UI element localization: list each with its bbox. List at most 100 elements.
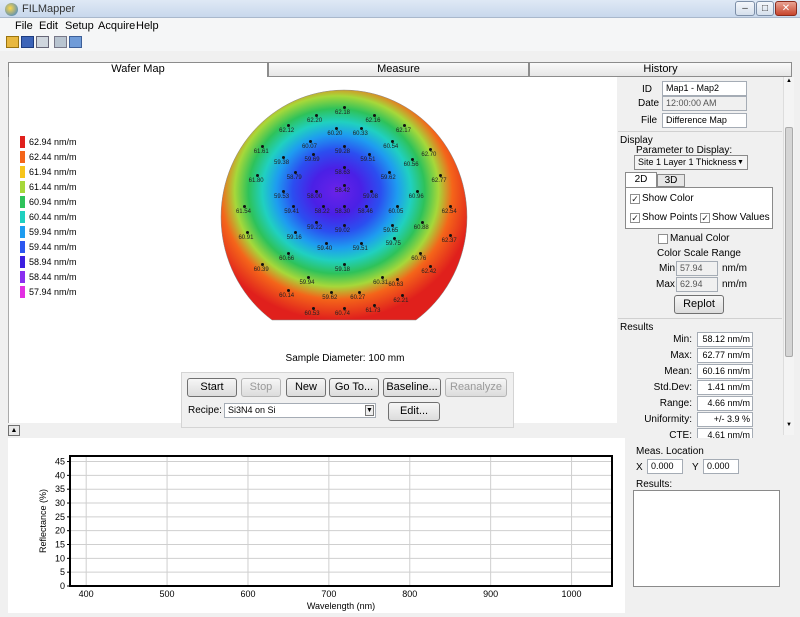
legend-label: 62.44 nm/m bbox=[29, 152, 77, 162]
vertical-scrollbar[interactable]: ▲ ▼ bbox=[783, 77, 794, 435]
menu-acquire[interactable]: Acquire bbox=[98, 20, 135, 32]
reflectance-chart-panel: 400 500 600 700 800 900 1000 0 5 10 15 20 25 30 35 40 45… bbox=[8, 438, 625, 613]
scrollbar-thumb[interactable] bbox=[785, 127, 793, 357]
show-color-checkbox[interactable]: ✓ bbox=[630, 194, 640, 204]
close-button[interactable]: ✕ bbox=[775, 1, 797, 16]
measurement-value: 60.31 bbox=[373, 279, 389, 286]
tab-wafer-map[interactable]: Wafer Map bbox=[8, 62, 268, 78]
measurement-point[interactable] bbox=[380, 275, 384, 279]
measurement-point[interactable] bbox=[393, 236, 397, 240]
measurement-point[interactable] bbox=[342, 307, 346, 311]
measurement-point[interactable] bbox=[324, 241, 328, 245]
x-field[interactable]: 0.000 bbox=[647, 459, 683, 474]
measurement-point[interactable] bbox=[372, 113, 376, 117]
goto-button[interactable]: Go To... bbox=[329, 378, 379, 397]
y-field[interactable]: 0.000 bbox=[703, 459, 739, 474]
measurement-value: 59.38 bbox=[274, 159, 290, 166]
measurement-point[interactable] bbox=[281, 189, 285, 193]
measurement-value: 59.53 bbox=[274, 193, 290, 200]
manual-color-checkbox[interactable] bbox=[658, 234, 668, 244]
tab-measure[interactable]: Measure bbox=[268, 62, 529, 77]
copy-icon[interactable] bbox=[54, 36, 67, 48]
measurement-value: 60.27 bbox=[350, 295, 366, 302]
save-icon[interactable] bbox=[21, 36, 34, 48]
collapse-up-icon[interactable]: ▲ bbox=[8, 425, 20, 436]
title-bar: FILMapper – □ ✕ bbox=[0, 0, 800, 18]
measurement-point[interactable] bbox=[314, 220, 318, 224]
measurement-point[interactable] bbox=[428, 147, 432, 151]
measurement-value: 62.17 bbox=[395, 128, 411, 135]
menu-setup[interactable]: Setup bbox=[65, 20, 94, 32]
measurement-value: 59.75 bbox=[385, 240, 401, 247]
measurement-point[interactable] bbox=[439, 173, 443, 177]
measurement-point[interactable] bbox=[342, 106, 346, 110]
measurement-value: 62.77 bbox=[431, 177, 447, 184]
legend-label: 59.94 nm/m bbox=[29, 227, 77, 237]
measurement-point[interactable] bbox=[342, 262, 346, 266]
menu-help[interactable]: Help bbox=[136, 20, 159, 32]
measurement-value: 62.18 bbox=[335, 110, 351, 117]
print-icon[interactable] bbox=[36, 36, 49, 48]
maximize-button[interactable]: □ bbox=[756, 1, 774, 16]
divider bbox=[618, 318, 782, 319]
measurement-point[interactable] bbox=[400, 294, 404, 298]
id-field[interactable]: Map1 - Map2 bbox=[662, 81, 747, 96]
results-textbox[interactable] bbox=[633, 490, 780, 587]
measurement-value: 59.65 bbox=[383, 227, 399, 234]
measurement-value: 59.02 bbox=[335, 227, 351, 234]
measurement-value: 59.51 bbox=[360, 157, 376, 164]
baseline-button[interactable]: Baseline... bbox=[383, 378, 441, 397]
measurement-value: 59.18 bbox=[335, 266, 351, 273]
parameter-select[interactable]: Site 1 Layer 1 Thickness bbox=[634, 155, 748, 170]
show-values-label: Show Values bbox=[712, 212, 770, 223]
measurement-point[interactable] bbox=[306, 275, 310, 279]
reanalyze-button[interactable]: Reanalyze bbox=[445, 378, 507, 397]
measurement-point[interactable] bbox=[342, 166, 346, 170]
tab-history[interactable]: History bbox=[529, 62, 792, 77]
parameter-chevron-icon[interactable]: ▼ bbox=[737, 159, 744, 166]
result-value: 1.41 nm/m bbox=[697, 380, 753, 395]
scroll-up-icon[interactable]: ▲ bbox=[785, 78, 793, 87]
menu-file[interactable]: File bbox=[15, 20, 33, 32]
tab-2d[interactable]: 2D bbox=[625, 172, 657, 187]
tab-3d[interactable]: 3D bbox=[657, 174, 685, 187]
settings-icon[interactable] bbox=[69, 36, 82, 48]
measurement-point[interactable] bbox=[342, 223, 346, 227]
file-field[interactable]: Difference Map bbox=[662, 113, 747, 128]
scale-max-unit: nm/m bbox=[722, 279, 747, 290]
x-label: X bbox=[636, 462, 643, 473]
measurement-point[interactable] bbox=[334, 126, 338, 130]
measurement-point[interactable] bbox=[367, 153, 371, 157]
measurement-point[interactable] bbox=[342, 145, 346, 149]
measurement-value: 60.66 bbox=[279, 256, 295, 263]
measurement-value: 59.22 bbox=[307, 224, 323, 231]
new-button[interactable]: New bbox=[286, 378, 326, 397]
stop-button[interactable]: Stop bbox=[241, 378, 281, 397]
open-icon[interactable] bbox=[6, 36, 19, 48]
recipe-select[interactable]: Si3N4 on Si bbox=[224, 403, 376, 418]
measurement-point[interactable] bbox=[342, 205, 346, 209]
measurement-point[interactable] bbox=[261, 262, 265, 266]
edit-recipe-button[interactable]: Edit... bbox=[388, 402, 440, 421]
show-values-checkbox[interactable]: ✓ bbox=[700, 213, 710, 223]
measurement-point[interactable] bbox=[418, 252, 422, 256]
legend-label: 58.94 nm/m bbox=[29, 257, 77, 267]
measurement-point[interactable] bbox=[286, 288, 290, 292]
measurement-point[interactable] bbox=[390, 140, 394, 144]
measurement-point[interactable] bbox=[281, 155, 285, 159]
measurement-point[interactable] bbox=[314, 189, 318, 193]
x-axis-label: Wavelength (nm) bbox=[307, 601, 375, 611]
measurement-point[interactable] bbox=[314, 113, 318, 117]
measurement-point[interactable] bbox=[286, 252, 290, 256]
replot-button[interactable]: Replot bbox=[674, 295, 724, 314]
start-button[interactable]: Start bbox=[187, 378, 237, 397]
minimize-button[interactable]: – bbox=[735, 1, 755, 16]
results-label: Results: bbox=[636, 479, 673, 490]
legend-swatch bbox=[20, 181, 25, 193]
chevron-down-icon[interactable]: ▼ bbox=[365, 405, 374, 416]
menu-edit[interactable]: Edit bbox=[39, 20, 58, 32]
scroll-down-icon[interactable]: ▼ bbox=[785, 422, 793, 431]
measurement-point[interactable] bbox=[416, 189, 420, 193]
measurement-point[interactable] bbox=[390, 223, 394, 227]
show-points-checkbox[interactable]: ✓ bbox=[630, 213, 640, 223]
